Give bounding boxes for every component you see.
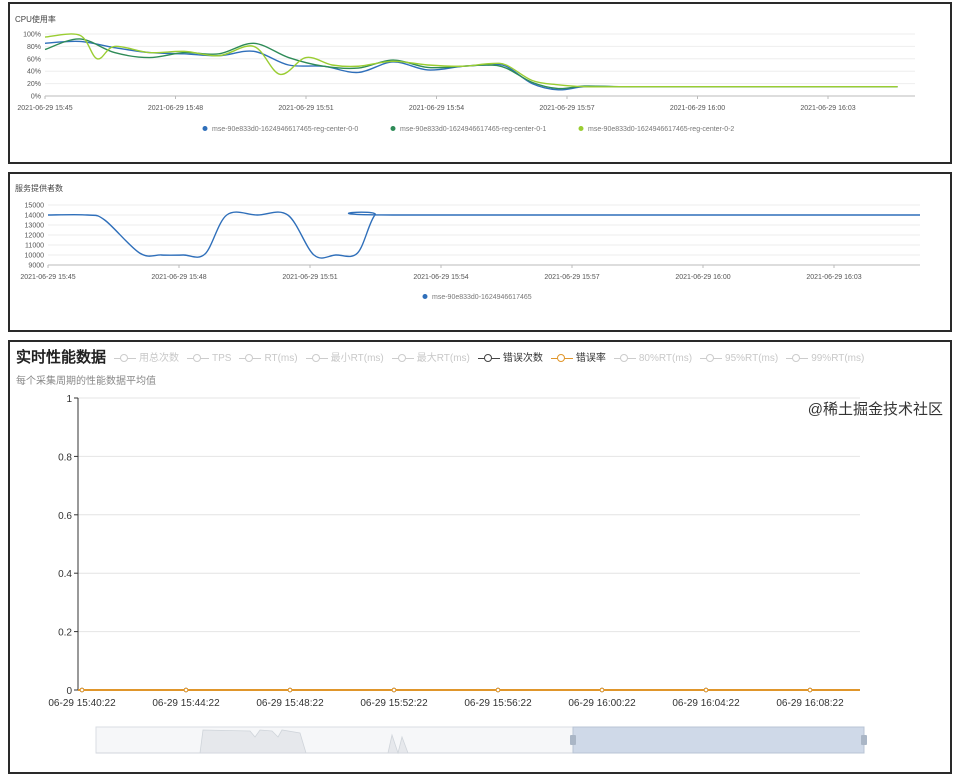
cpu-y-tick: 100% <box>23 32 41 39</box>
cpu-x-tick: 2021-06-29 16:03 <box>800 105 855 112</box>
perf-point-1 <box>183 687 189 693</box>
cpu-legend-marker-0 <box>202 126 208 131</box>
provider-x-tick: 2021-06-29 16:00 <box>675 274 730 281</box>
provider-legend-marker-0 <box>422 294 428 299</box>
cpu-x-tick: 2021-06-29 15:45 <box>17 105 72 112</box>
zoom-slider-window[interactable] <box>572 726 865 754</box>
cpu-legend-label-0: mse-90e833d0-1624946617465-reg-center-0-… <box>212 126 358 133</box>
cpu-x-tick: 2021-06-29 15:51 <box>278 105 333 112</box>
provider-count-panel: 服务提供者数 15000 14000 13000 12000 11000 10000 900… <box>8 172 952 332</box>
cpu-y-tick: 60% <box>27 56 41 63</box>
perf-x-tick: 06-29 15:44:22 <box>152 698 220 709</box>
perf-y-tick: 0 <box>66 686 72 697</box>
cpu-x-tick: 2021-06-29 16:00 <box>670 105 725 112</box>
perf-point-1 <box>807 687 813 693</box>
cpu-usage-panel: CPU使用率 100% 80% 60% 40% 20% 0% 2021-06-29 15:4… <box>8 2 952 164</box>
cpu-x-tick: 2021-06-29 15:57 <box>539 105 594 112</box>
perf-point-1 <box>79 687 85 693</box>
provider-x-tick: 2021-06-29 15:57 <box>544 274 599 281</box>
cpu-legend-label-1: mse-90e833d0-1624946617465-reg-center-0-… <box>400 126 546 133</box>
cpu-x-tick: 2021-06-29 15:54 <box>409 105 464 112</box>
provider-y-tick: 14000 <box>25 213 45 220</box>
zoom-handle-right[interactable] <box>861 735 867 745</box>
cpu-series-line-2 <box>44 33 898 88</box>
perf-y-tick: 0.2 <box>58 628 72 639</box>
perf-x-tick: 06-29 16:08:22 <box>776 698 844 709</box>
provider-count-chart: 15000 14000 13000 12000 11000 10000 9000 2021-0… <box>20 203 920 301</box>
cpu-usage-chart: 100% 80% 60% 40% 20% 0% 2021-06-29 15:45 2021-0… <box>17 32 915 133</box>
cpu-legend-marker-2 <box>578 126 584 131</box>
cpu-legend-marker-1 <box>390 126 396 131</box>
provider-x-tick: 2021-06-29 15:54 <box>413 274 468 281</box>
cpu-y-tick: 40% <box>27 69 41 76</box>
provider-x-tick: 2021-06-29 15:48 <box>151 274 206 281</box>
zoom-handle-left[interactable] <box>570 735 576 745</box>
cpu-y-tick: 0% <box>31 94 41 101</box>
perf-x-tick: 06-29 16:04:22 <box>672 698 740 709</box>
cpu-y-tick: 80% <box>27 44 41 51</box>
perf-x-tick: 06-29 15:56:22 <box>464 698 532 709</box>
watermark: @稀土掘金技术社区 <box>807 401 943 418</box>
provider-legend-label-0: mse-90e833d0-1624946617465 <box>432 294 532 301</box>
provider-y-tick: 9000 <box>28 263 44 270</box>
perf-y-tick: 0.8 <box>58 452 72 463</box>
provider-y-tick: 15000 <box>25 203 45 210</box>
provider-x-tick: 2021-06-29 16:03 <box>806 274 861 281</box>
perf-x-tick: 06-29 15:40:22 <box>48 698 116 709</box>
provider-y-tick: 12000 <box>25 233 45 240</box>
provider-x-tick: 2021-06-29 15:45 <box>20 274 75 281</box>
perf-point-1 <box>599 687 605 693</box>
cpu-legend-label-2: mse-90e833d0-1624946617465-reg-center-0-… <box>588 126 734 133</box>
perf-x-tick: 06-29 15:48:22 <box>256 698 324 709</box>
perf-point-1 <box>495 687 501 693</box>
perf-point-1 <box>391 687 397 693</box>
provider-y-tick: 10000 <box>25 253 45 260</box>
perf-point-1 <box>287 687 293 693</box>
cpu-y-tick: 20% <box>27 81 41 88</box>
perf-y-tick: 1 <box>66 394 72 405</box>
provider-x-tick: 2021-06-29 15:51 <box>282 274 337 281</box>
provider-y-tick: 11000 <box>25 243 44 250</box>
perf-x-tick: 06-29 16:00:22 <box>568 698 636 709</box>
perf-y-tick: 0.4 <box>58 569 72 580</box>
provider-y-tick: 13000 <box>25 223 45 230</box>
cpu-x-tick: 2021-06-29 15:48 <box>148 105 203 112</box>
perf-x-tick: 06-29 15:52:22 <box>360 698 428 709</box>
perf-y-tick: 0.6 <box>58 511 72 522</box>
perf-point-1 <box>703 687 709 693</box>
